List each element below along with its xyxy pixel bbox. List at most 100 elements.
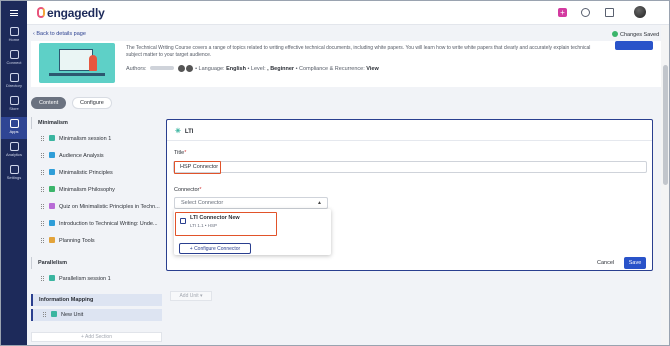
sidebar-item-label: Connect	[6, 60, 22, 65]
list-item[interactable]: Minimalism Philosophy	[41, 184, 115, 196]
connector-label: Connector*	[174, 187, 202, 193]
list-item-label: Audience Analysis	[59, 153, 104, 159]
compliance-label: • Compliance & Recurrence:	[295, 66, 365, 72]
help-icon[interactable]	[581, 8, 590, 17]
check-icon	[612, 31, 618, 37]
scrollbar-thumb[interactable]	[663, 65, 668, 185]
drag-handle-icon[interactable]	[41, 221, 44, 226]
section-header-information-mapping[interactable]: Information Mapping	[31, 294, 162, 306]
sidebar-item-directory[interactable]: Directory	[1, 71, 27, 93]
list-item-label: Parallelism session 1	[59, 276, 111, 282]
sidebar-item-home[interactable]: Home	[1, 25, 27, 47]
add-icon[interactable]: +	[558, 8, 567, 17]
apps-icon	[9, 119, 19, 128]
language-value: English	[226, 66, 246, 72]
connector-select-placeholder: Select Connector	[181, 200, 224, 206]
title-label: Title*	[174, 150, 186, 156]
list-item-label: Minimalism Philosophy	[59, 187, 115, 193]
add-unit-button[interactable]: Add Unit ▾	[170, 291, 212, 301]
tab-configure[interactable]: Configure	[71, 97, 112, 109]
store-icon	[9, 96, 19, 105]
title-input[interactable]: HSP Connector	[173, 161, 647, 173]
editor-heading-label: LTI	[184, 129, 194, 135]
connector-dropdown: LTI Connector New LTI 1.1 • HSP + Config…	[174, 209, 331, 255]
lti-icon	[51, 311, 57, 317]
author-name-redacted	[150, 66, 175, 70]
top-bar: engagedly	[27, 1, 669, 25]
save-status: Changes Saved	[612, 31, 659, 38]
list-item[interactable]: Planning Tools	[41, 235, 95, 247]
drag-handle-icon[interactable]	[41, 170, 44, 175]
cancel-button[interactable]: Cancel	[597, 260, 614, 266]
drag-handle-icon[interactable]	[41, 153, 44, 158]
drag-handle-icon[interactable]	[41, 204, 44, 209]
list-item-selected[interactable]: New Unit	[31, 309, 162, 321]
home-icon	[9, 27, 19, 36]
divider	[167, 140, 652, 141]
course-outline: Minimalism Minimalism session 1 Audience…	[31, 113, 162, 345]
session-icon	[49, 275, 55, 281]
sidebar-item-apps[interactable]: Apps	[1, 117, 27, 139]
compliance-view-link[interactable]: View	[366, 66, 378, 72]
level-separator: ,	[267, 66, 269, 72]
quiz-icon	[49, 203, 55, 209]
drag-handle-icon[interactable]	[41, 238, 44, 243]
list-item[interactable]: Minimalistic Principles	[41, 167, 113, 179]
list-item-label: Introduction to Technical Writing: Unde.…	[59, 221, 158, 227]
section-header-parallelism[interactable]: Parallelism	[31, 257, 162, 269]
configure-connector-button[interactable]: + Configure Connector	[179, 243, 251, 254]
flag-icon[interactable]	[605, 8, 614, 17]
engagedly-logo[interactable]: engagedly	[37, 6, 105, 20]
required-marker: *	[184, 150, 187, 156]
author-avatar	[177, 65, 185, 72]
level-label: • Level:	[247, 66, 266, 72]
sidebar-item-connect[interactable]: Connect	[1, 48, 27, 70]
tab-content[interactable]: Content	[31, 97, 67, 109]
course-action-button[interactable]	[615, 41, 653, 50]
drag-handle-icon[interactable]	[41, 276, 44, 281]
analytics-icon	[9, 142, 19, 151]
drag-handle-icon[interactable]	[41, 187, 44, 192]
add-section-button[interactable]: + Add Section	[31, 332, 162, 342]
list-item-label: Planning Tools	[59, 238, 95, 244]
sidebar-item-analytics[interactable]: Analytics	[1, 140, 27, 162]
connector-select[interactable]: Select Connector ▲	[174, 197, 328, 209]
document-icon	[49, 237, 55, 243]
list-item-label: New Unit	[61, 312, 84, 318]
list-item[interactable]: Introduction to Technical Writing: Unde.…	[41, 218, 158, 230]
person-illustration	[89, 55, 97, 71]
document-icon	[49, 169, 55, 175]
sidebar-item-label: Apps	[9, 129, 19, 134]
drag-handle-icon[interactable]	[41, 136, 44, 141]
app-window: Home Connect Directory Store Apps Analyt…	[0, 0, 670, 346]
sidebar-item-label: Store	[9, 106, 19, 111]
drag-handle-icon[interactable]	[43, 312, 46, 317]
list-item[interactable]: Quiz on Minimalistic Principles in Techn…	[41, 201, 160, 213]
document-icon	[49, 220, 55, 226]
menu-icon[interactable]	[10, 10, 18, 16]
logo-icon	[37, 7, 45, 18]
sidebar-item-store[interactable]: Store	[1, 94, 27, 116]
scrollbar[interactable]	[661, 25, 669, 345]
directory-icon	[9, 73, 19, 82]
left-sidebar: Home Connect Directory Store Apps Analyt…	[1, 1, 27, 345]
list-item[interactable]: Audience Analysis	[41, 150, 104, 162]
chevron-up-icon: ▲	[317, 200, 322, 206]
lti-icon: ✳	[175, 128, 181, 135]
back-link[interactable]: ‹ Back to details page	[33, 31, 86, 37]
list-item[interactable]: Parallelism session 1	[41, 273, 111, 285]
sidebar-item-label: Settings	[6, 175, 22, 180]
avatar[interactable]	[634, 6, 646, 18]
required-marker: *	[199, 187, 202, 193]
save-button[interactable]: Save	[624, 257, 646, 269]
language-label: • Language:	[195, 66, 225, 72]
section-header-minimalism[interactable]: Minimalism	[31, 117, 162, 129]
desk-illustration	[49, 73, 105, 76]
list-item-label: Quiz on Minimalistic Principles in Techn…	[59, 204, 160, 210]
level-value: Beginner	[270, 66, 295, 72]
title-label-text: Title	[174, 150, 185, 156]
sidebar-item-settings[interactable]: Settings	[1, 163, 27, 185]
list-item[interactable]: Minimalism session 1	[41, 133, 111, 145]
logo-text: engagedly	[47, 6, 105, 20]
connector-label-text: Connector	[174, 187, 200, 193]
